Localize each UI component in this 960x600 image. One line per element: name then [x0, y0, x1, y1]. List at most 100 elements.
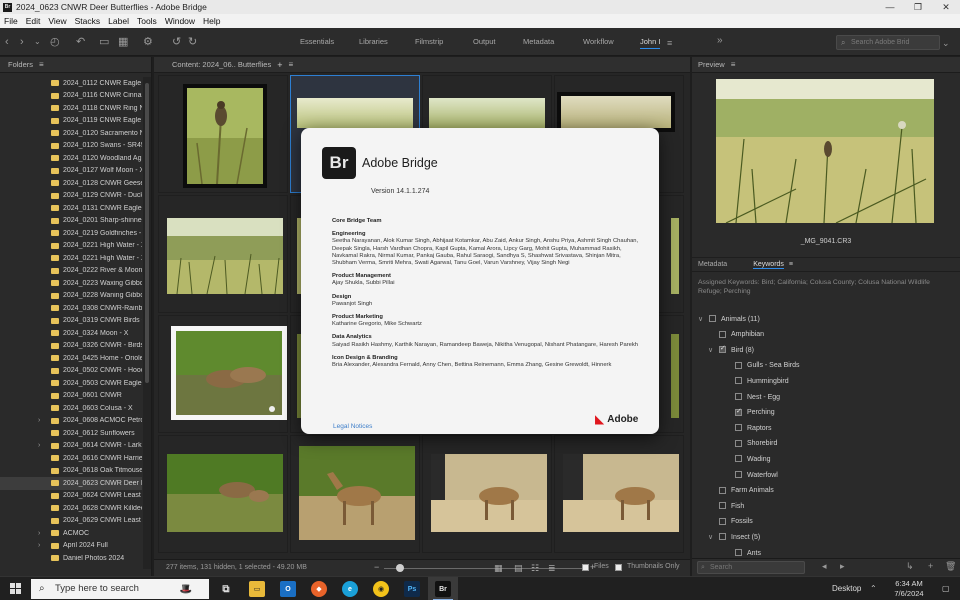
- folder-item[interactable]: 2024_0120 Swans - SR45: [0, 140, 142, 153]
- keyword-item[interactable]: Fossils: [692, 516, 960, 528]
- keyword-item[interactable]: ∨ Animals (11): [692, 313, 960, 325]
- folder-item[interactable]: 2024_0629 CNWR Least B: [0, 515, 142, 528]
- keyword-checkbox[interactable]: [735, 361, 742, 369]
- folder-item[interactable]: 2024_0319 CNWR Birds -: [0, 315, 142, 328]
- menu-view[interactable]: View: [44, 16, 70, 26]
- keyword-item[interactable]: Shorebird: [692, 438, 960, 450]
- keyword-checkbox[interactable]: [719, 533, 726, 541]
- keyword-checkbox[interactable]: [719, 330, 726, 338]
- folder-item[interactable]: 2024_0324 Moon - X: [0, 327, 142, 340]
- add-tab-icon[interactable]: +: [277, 60, 282, 70]
- folder-item[interactable]: › April 2024 Full: [0, 540, 142, 553]
- folder-item[interactable]: 2024_0612 Sunflowers: [0, 427, 142, 440]
- keyword-item[interactable]: Perching: [692, 407, 960, 419]
- folder-item[interactable]: 2024_0228 Waning Gibbo: [0, 290, 142, 303]
- new-sub-keyword-icon[interactable]: ↳: [906, 561, 914, 572]
- thumbnails-view-icon[interactable]: ▤: [514, 563, 523, 574]
- expand-chevron-icon[interactable]: ∨: [708, 346, 716, 354]
- recent-files-icon[interactable]: ◴: [50, 35, 60, 49]
- keyword-item[interactable]: Fish: [692, 500, 960, 512]
- folder-item[interactable]: 2024_0623 CNWR Deer B: [0, 477, 142, 490]
- folder-item[interactable]: 2024_0616 CNWR Harrier: [0, 452, 142, 465]
- menu-tools[interactable]: Tools: [133, 16, 161, 26]
- rotate-left-icon[interactable]: ↺: [172, 35, 181, 49]
- rotate-right-icon[interactable]: ↻: [188, 35, 197, 49]
- folder-item[interactable]: 2024_0223 Waxing Gibbo: [0, 277, 142, 290]
- more-workspaces-icon[interactable]: »: [717, 34, 723, 48]
- keyword-search-field[interactable]: ⌕ Search: [697, 561, 805, 574]
- keyword-checkbox[interactable]: [735, 407, 742, 416]
- expand-arrow-icon[interactable]: ›: [38, 530, 40, 537]
- slider-knob[interactable]: [396, 564, 404, 572]
- next-icon[interactable]: ▸: [840, 561, 845, 572]
- grid-view-icon[interactable]: ▦: [494, 563, 503, 574]
- keyword-checkbox[interactable]: [735, 549, 742, 556]
- workspace-libraries[interactable]: Libraries: [359, 37, 388, 46]
- folder-item[interactable]: › ACMOC: [0, 527, 142, 540]
- keyword-checkbox[interactable]: [719, 502, 726, 510]
- edge-browser-icon[interactable]: e: [342, 581, 358, 597]
- folder-item[interactable]: 2024_0128 CNWR Geese &: [0, 177, 142, 190]
- keyword-checkbox[interactable]: [735, 424, 742, 432]
- files-checkbox[interactable]: [582, 564, 589, 571]
- workspace-filmstrip[interactable]: Filmstrip: [415, 37, 443, 46]
- scroll-thumb[interactable]: [145, 83, 149, 383]
- folders-scrollbar[interactable]: [143, 77, 151, 569]
- folder-item[interactable]: 2024_0624 CNWR Least E: [0, 490, 142, 503]
- folder-item[interactable]: 2024_0603 Colusa - X: [0, 402, 142, 415]
- folder-item[interactable]: Daniel Photos 2024: [0, 552, 142, 565]
- previous-icon[interactable]: ◂: [822, 561, 827, 572]
- folder-item[interactable]: 2024_0503 CNWR Eagle -: [0, 377, 142, 390]
- tab-metadata[interactable]: Metadata: [698, 261, 727, 268]
- folder-item[interactable]: 2024_0116 CNWR Cinnam: [0, 90, 142, 103]
- chrome-browser-icon[interactable]: ◉: [373, 581, 389, 597]
- brave-browser-icon[interactable]: ◆: [311, 581, 327, 597]
- keyword-checkbox[interactable]: [719, 517, 726, 525]
- refine-icon[interactable]: ▦: [118, 35, 128, 49]
- menu-help[interactable]: Help: [199, 16, 224, 26]
- keyword-checkbox[interactable]: [735, 377, 742, 385]
- folder-item[interactable]: 2024_0222 River & Moon: [0, 265, 142, 278]
- keyword-item[interactable]: Amphibian: [692, 329, 960, 341]
- zoom-out-icon[interactable]: −: [374, 562, 379, 572]
- details-view-icon[interactable]: ☷: [531, 563, 539, 574]
- tab-keywords[interactable]: Keywords: [753, 261, 784, 269]
- desktop-toolbar[interactable]: Desktop: [832, 584, 861, 593]
- expand-chevron-icon[interactable]: ∨: [708, 533, 716, 541]
- folder-item[interactable]: 2024_0119 CNWR Eagle -: [0, 115, 142, 128]
- folder-item[interactable]: 2024_0502 CNWR - Hood: [0, 365, 142, 378]
- menu-edit[interactable]: Edit: [22, 16, 45, 26]
- thumbnail-cell[interactable]: [290, 435, 420, 553]
- folder-item[interactable]: 2024_0120 Sacramento N: [0, 127, 142, 140]
- menu-window[interactable]: Window: [161, 16, 199, 26]
- forward-icon[interactable]: ›: [20, 35, 24, 49]
- chevron-down-icon[interactable]: ⌄: [34, 35, 41, 49]
- folder-item[interactable]: 2024_0618 Oak Titmouse: [0, 465, 142, 478]
- legal-notices-link[interactable]: Legal Notices: [333, 423, 372, 430]
- keyword-item[interactable]: Waterfowl: [692, 469, 960, 481]
- keyword-item[interactable]: Gulls - Sea Birds: [692, 360, 960, 372]
- thumbnail-cell[interactable]: [554, 435, 684, 553]
- outlook-icon[interactable]: O: [280, 581, 296, 597]
- folder-item[interactable]: › 2024_0614 CNWR - Lark S: [0, 440, 142, 453]
- menu-label[interactable]: Label: [104, 16, 133, 26]
- panel-menu-icon[interactable]: ≡: [39, 60, 44, 69]
- folder-item[interactable]: › 2024_0608 ACMOC Petrc: [0, 415, 142, 428]
- folder-item[interactable]: 2024_0221 High Water - X: [0, 240, 142, 253]
- keyword-item[interactable]: Hummingbird: [692, 375, 960, 387]
- expand-arrow-icon[interactable]: ›: [38, 417, 40, 424]
- folder-item[interactable]: 2024_0219 Goldfinches -: [0, 227, 142, 240]
- get-photos-icon[interactable]: ▭: [99, 35, 109, 49]
- folder-item[interactable]: 2024_0131 CNWR Eagle -: [0, 202, 142, 215]
- folder-item[interactable]: 2024_0120 Woodland Ag: [0, 152, 142, 165]
- workspace-menu-icon[interactable]: ≡: [667, 36, 672, 50]
- thumbnail-cell[interactable]: [158, 435, 288, 553]
- expand-chevron-icon[interactable]: ∨: [698, 315, 706, 323]
- folder-item[interactable]: 2024_0201 Sharp-shinned: [0, 215, 142, 228]
- thumbnail-cell[interactable]: [158, 195, 288, 313]
- keyword-item[interactable]: Raptors: [692, 422, 960, 434]
- content-menu-icon[interactable]: ≡: [289, 60, 294, 69]
- new-keyword-icon[interactable]: +: [928, 561, 933, 571]
- bridge-taskbar-icon[interactable]: Br: [435, 581, 451, 597]
- thumbnail-cell[interactable]: [422, 435, 552, 553]
